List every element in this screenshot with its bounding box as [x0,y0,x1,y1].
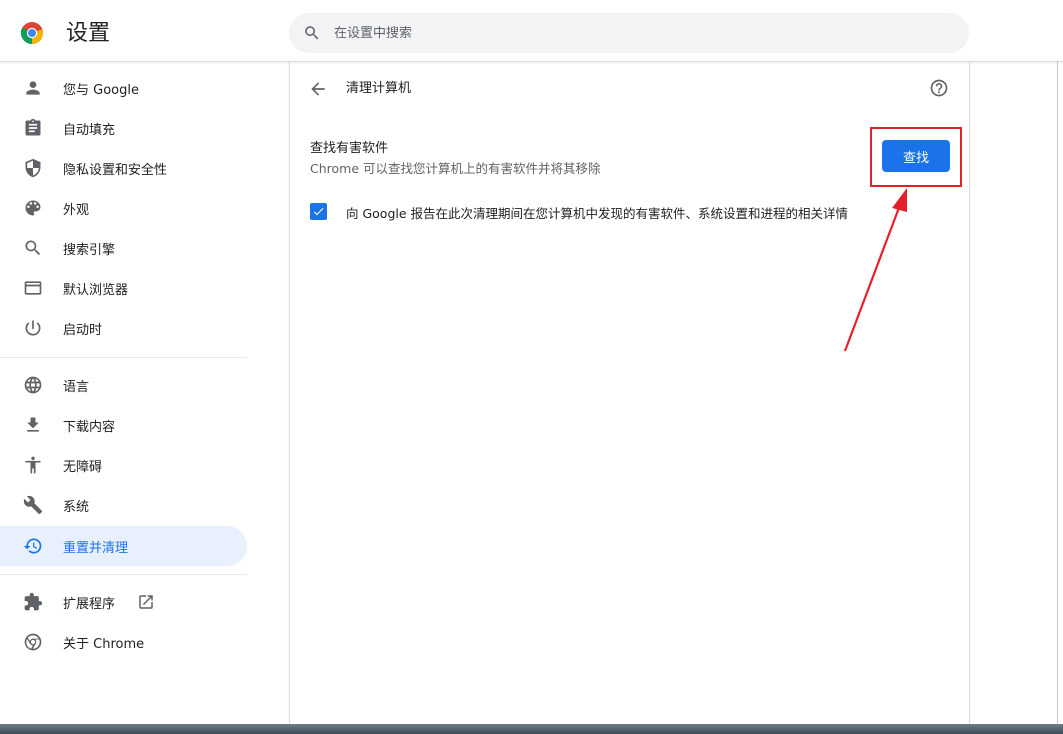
sidebar-item-label: 您与 Google [63,82,139,98]
find-harmful-software-title: 查找有害软件 [310,141,389,156]
sidebar-item-label: 下载内容 [63,419,116,435]
sidebar-item-autofill[interactable]: 自动填充 [0,108,247,148]
taskbar-strip [0,724,1063,734]
sidebar-item-reset-and-clean[interactable]: 重置并清理 [0,526,247,566]
sidebar-item-label: 系统 [63,499,90,515]
open-in-new-icon [137,593,155,611]
window-edge [1057,0,1058,734]
sidebar-item-privacy[interactable]: 隐私设置和安全性 [0,148,247,188]
sidebar-item-label: 默认浏览器 [63,282,129,298]
sidebar-item-downloads[interactable]: 下载内容 [0,405,247,445]
back-arrow-icon[interactable] [308,79,328,99]
shield-icon [23,158,43,178]
chrome-icon [23,632,43,652]
person-icon [23,78,43,98]
globe-icon [23,375,43,395]
sidebar-item-on-startup[interactable]: 启动时 [0,308,247,348]
search-icon [305,26,319,40]
sidebar-divider [0,574,247,575]
sidebar-item-label: 无障碍 [63,459,103,475]
sidebar-item-label: 外观 [63,202,90,218]
section-page-title: 清理计算机 [346,81,412,96]
sidebar-item-label: 自动填充 [63,122,116,138]
report-details-label: 向 Google 报告在此次清理期间在您计算机中发现的有害软件、系统设置和进程的… [346,206,849,221]
search-input[interactable] [334,25,934,41]
sidebar: 您与 Google 自动填充 隐私设置和安全性 外观 搜索引擎 默认浏览器 启动… [0,62,260,734]
cleanup-card: 清理计算机 查找有害软件 Chrome 可以查找您计算机上的有害软件并将其移除 … [289,62,970,724]
report-details-checkbox[interactable] [310,203,327,220]
chrome-logo-icon [20,22,44,45]
browser-window-icon [23,278,43,298]
sidebar-item-search-engine[interactable]: 搜索引擎 [0,228,247,268]
wrench-icon [23,495,43,515]
palette-icon [23,198,43,218]
sidebar-item-label: 搜索引擎 [63,242,116,258]
sidebar-item-extensions[interactable]: 扩展程序 [0,582,247,622]
sidebar-item-label: 扩展程序 [63,596,116,612]
find-harmful-software-description: Chrome 可以查找您计算机上的有害软件并将其移除 [310,161,601,176]
sidebar-item-you-and-google[interactable]: 您与 Google [0,68,247,108]
settings-header: 设置 [0,0,1063,62]
settings-search[interactable] [289,13,969,53]
sidebar-item-label: 语言 [63,379,90,395]
puzzle-icon [23,592,43,612]
sidebar-item-accessibility[interactable]: 无障碍 [0,445,247,485]
sidebar-divider [0,357,247,358]
sidebar-item-languages[interactable]: 语言 [0,365,247,405]
download-icon [23,415,43,435]
sidebar-item-system[interactable]: 系统 [0,485,247,525]
accessibility-icon [23,455,43,475]
search-icon [23,238,43,258]
sidebar-item-default-browser[interactable]: 默认浏览器 [0,268,247,308]
help-icon[interactable] [929,78,949,98]
find-button[interactable]: 查找 [882,140,950,172]
sidebar-item-label: 隐私设置和安全性 [63,162,168,178]
checkmark-icon [313,208,324,216]
page-title: 设置 [66,21,111,46]
sidebar-item-appearance[interactable]: 外观 [0,188,247,228]
power-icon [23,318,43,338]
sidebar-item-about-chrome[interactable]: 关于 Chrome [0,622,247,662]
clipboard-icon [23,118,43,138]
sidebar-item-label: 启动时 [63,322,103,338]
history-icon [23,536,43,556]
sidebar-item-label: 重置并清理 [63,540,129,556]
sidebar-item-label: 关于 Chrome [63,636,145,652]
